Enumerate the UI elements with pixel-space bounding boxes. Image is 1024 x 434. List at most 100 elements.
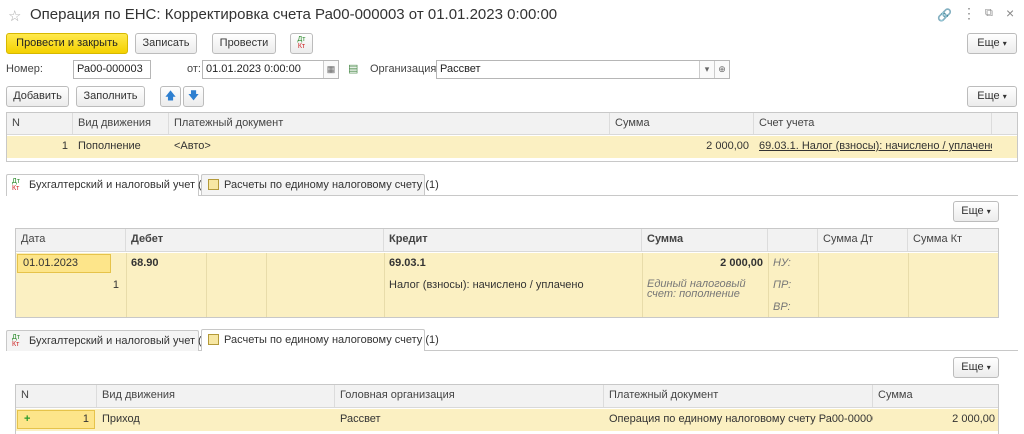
cell-nu: НУ: (773, 257, 791, 269)
dt-kt-icon: Дт Кт (12, 334, 20, 348)
cell-org: Рассвет (340, 413, 381, 425)
calendar-icon[interactable]: ▦ (323, 61, 338, 78)
tab-ens[interactable]: Расчеты по единому налоговому счету (1) (201, 329, 439, 351)
save-button[interactable]: Записать (135, 33, 197, 54)
close-icon[interactable]: × (1006, 5, 1014, 21)
col-marker (768, 229, 818, 251)
date-field[interactable]: 01.01.2023 0:00:00 ▦ (202, 60, 339, 79)
col-sum[interactable]: Сумма (873, 385, 998, 407)
arrow-up-icon: 🡅 (164, 90, 177, 102)
more-button[interactable]: Еще ▾ (967, 33, 1017, 54)
cell-n: 1 (112, 279, 119, 291)
number-label: Номер: (6, 63, 43, 75)
cell-n[interactable]: +1 (17, 410, 95, 429)
dt-kt-icon: Дт Кт (297, 36, 306, 50)
org-field[interactable]: Рассвет ▾ ⊕ (436, 60, 730, 79)
cell-credit: 69.03.1 (389, 257, 426, 269)
tab-label: Расчеты по единому налоговому счету (1) (224, 179, 439, 191)
date-label: от: (187, 63, 201, 75)
post-and-close-button[interactable]: Провести и закрыть (6, 33, 128, 54)
col-n[interactable]: N (7, 113, 73, 134)
main-table: N Вид движения Платежный документ Сумма … (6, 112, 1018, 162)
tab-accounting[interactable]: Дт Кт Бухгалтерский и налоговый учет (1) (6, 174, 212, 196)
col-type[interactable]: Вид движения (73, 113, 169, 134)
cell-vr: ВР: (773, 301, 791, 313)
col-n[interactable]: N (16, 385, 97, 407)
chevron-down-icon: ▾ (1002, 92, 1007, 101)
postings-header: Дата Дебет Кредит Сумма Сумма Дт Сумма К… (16, 229, 998, 252)
cell-n-value: 1 (82, 413, 89, 425)
col-date[interactable]: Дата (16, 229, 126, 251)
cell-sum: 2 000,00 (952, 413, 995, 425)
postings-table: Дата Дебет Кредит Сумма Сумма Дт Сумма К… (15, 228, 999, 318)
cell-account-link[interactable]: 69.03.1. Налог (взносы): начислено / упл… (754, 136, 992, 156)
table-row[interactable]: +1 Приход Рассвет Операция по единому на… (16, 409, 998, 431)
cell-n: 1 (61, 140, 68, 152)
cell-type: Приход (102, 413, 140, 425)
table-more-button[interactable]: Еще ▾ (967, 86, 1017, 107)
org-label: Организация: (370, 63, 440, 75)
tab-accounting[interactable]: Дт Кт Бухгалтерский и налоговый учет (1) (6, 330, 212, 351)
dt-kt-button[interactable]: Дт Кт (290, 33, 313, 54)
ens-more-button[interactable]: Еще ▾ (953, 357, 999, 378)
chevron-down-icon: ▾ (1002, 39, 1007, 48)
plus-icon: + (24, 413, 31, 425)
table-row[interactable]: 1 Пополнение <Авто> 2 000,00 69.03.1. На… (7, 136, 1017, 158)
col-sum[interactable]: Сумма (642, 229, 768, 251)
chevron-down-icon: ▾ (986, 207, 991, 216)
col-credit[interactable]: Кредит (384, 229, 642, 251)
ens-header: N Вид движения Головная организация Плат… (16, 385, 998, 408)
move-up-button[interactable]: 🡅 (160, 86, 181, 107)
cell-sum: 2 000,00 (706, 140, 749, 152)
maximize-icon[interactable]: ⧉ (985, 7, 993, 20)
dropdown-icon[interactable]: ▾ (699, 61, 714, 78)
cell-date[interactable]: 01.01.2023 (17, 254, 111, 273)
cell-doc: <Авто> (174, 140, 211, 152)
more-label: Еще (961, 205, 984, 217)
post-button[interactable]: Провести (212, 33, 276, 54)
tab-ens[interactable]: Расчеты по единому налоговому счету (1) (201, 174, 439, 195)
col-org[interactable]: Головная организация (335, 385, 604, 407)
cell-doc: Операция по единому налоговому счету Ра0… (609, 413, 873, 425)
tab-label: Расчеты по единому налоговому счету (1) (224, 334, 439, 346)
col-doc[interactable]: Платежный документ (604, 385, 873, 407)
col-doc[interactable]: Платежный документ (169, 113, 610, 134)
postings-more-button[interactable]: Еще ▾ (953, 201, 999, 222)
col-sum[interactable]: Сумма (610, 113, 754, 134)
tab-label: Бухгалтерский и налоговый учет (1) (29, 335, 212, 347)
date-value: 01.01.2023 0:00:00 (206, 63, 301, 75)
table-header: N Вид движения Платежный документ Сумма … (7, 113, 1017, 135)
number-field[interactable]: Ра00-000003 (73, 60, 151, 79)
register-icon (208, 179, 219, 190)
cell-sum-sub2: счет: пополнение (647, 288, 740, 300)
cell-type: Пополнение (78, 140, 141, 152)
add-button[interactable]: Добавить (6, 86, 69, 107)
col-account[interactable]: Счет учета (754, 113, 992, 134)
favorite-star-icon[interactable]: ☆ (8, 7, 21, 25)
open-icon[interactable]: ⊕ (714, 61, 729, 78)
fill-button[interactable]: Заполнить (76, 86, 145, 107)
col-sum-kt[interactable]: Сумма Кт (908, 229, 998, 251)
ens-table: N Вид движения Головная организация Плат… (15, 384, 999, 434)
link-icon[interactable]: 🔗 (937, 8, 952, 22)
more-label: Еще (977, 90, 1000, 102)
cell-pr: ПР: (773, 279, 792, 291)
org-value: Рассвет (440, 63, 481, 75)
cell-sum: 2 000,00 (720, 257, 763, 269)
col-sum-dt[interactable]: Сумма Дт (818, 229, 908, 251)
dt-kt-icon: Дт Кт (12, 178, 20, 192)
tab-label: Бухгалтерский и налоговый учет (1) (29, 179, 212, 191)
chevron-down-icon: ▾ (986, 363, 991, 372)
col-type[interactable]: Вид движения (97, 385, 335, 407)
arrow-down-icon: 🡇 (187, 90, 200, 102)
posting-row[interactable]: 01.01.2023 1 68.90 69.03.1 Налог (взносы… (16, 253, 998, 317)
window-title: Операция по ЕНС: Корректировка счета Ра0… (30, 6, 558, 23)
more-label: Еще (977, 37, 1000, 49)
move-down-button[interactable]: 🡇 (183, 86, 204, 107)
col-debit[interactable]: Дебет (126, 229, 384, 251)
cell-debit: 68.90 (131, 257, 159, 269)
history-icon[interactable]: ▤ (348, 62, 358, 75)
more-vertical-icon[interactable]: ⋮ (962, 5, 976, 22)
register-icon (208, 334, 219, 345)
cell-credit-sub: Налог (взносы): начислено / уплачено (389, 279, 584, 291)
